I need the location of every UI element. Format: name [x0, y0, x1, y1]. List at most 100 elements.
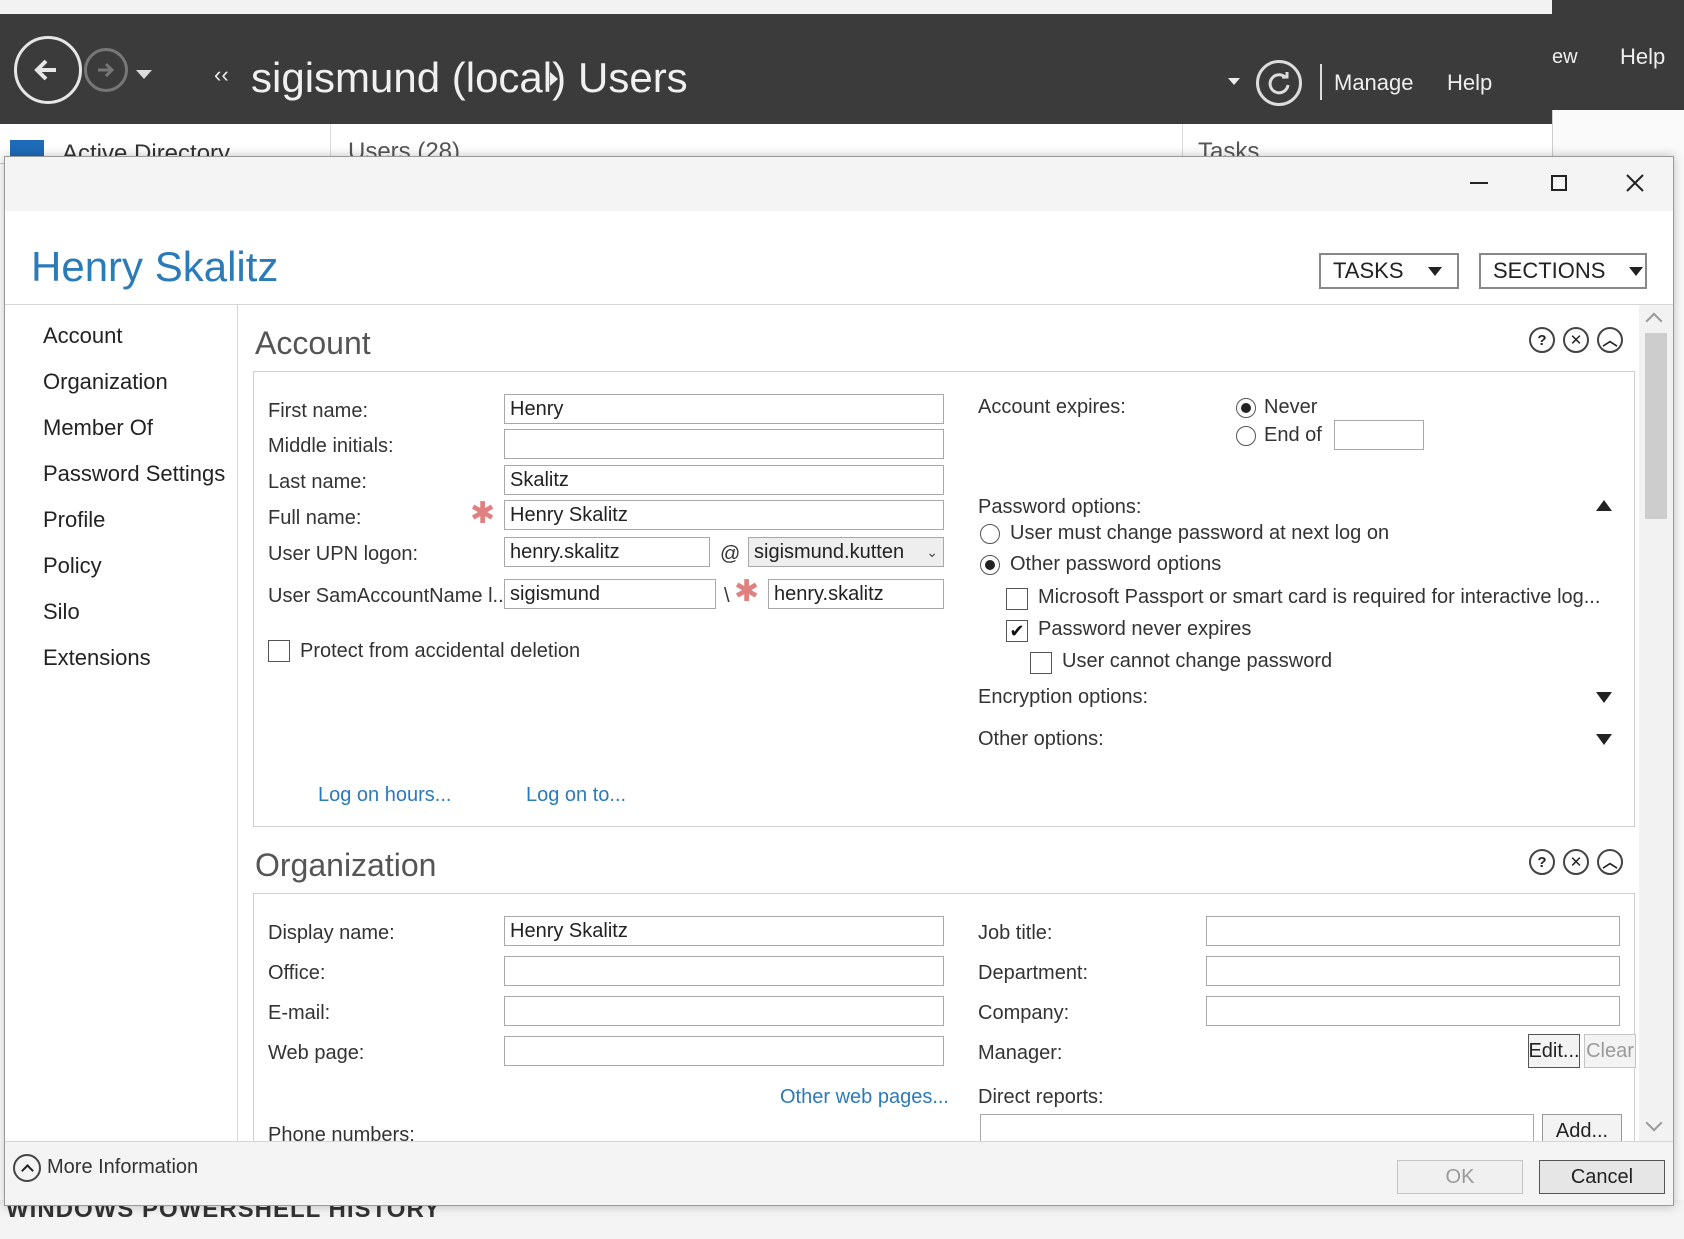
encryption-options-label: Encryption options:: [978, 686, 1149, 708]
maximize-icon: [1551, 175, 1567, 191]
company-input[interactable]: [1206, 996, 1620, 1026]
webpage-input[interactable]: [504, 1036, 944, 1066]
logon-hours-link[interactable]: Log on hours...: [318, 784, 451, 807]
nav-item-organization[interactable]: Organization: [43, 369, 168, 395]
full-name-input[interactable]: [504, 500, 944, 530]
email-input[interactable]: [504, 996, 944, 1026]
upn-user-input[interactable]: [504, 537, 710, 567]
nav-item-password-settings[interactable]: Password Settings: [43, 461, 225, 487]
scroll-down-icon[interactable]: [1645, 1114, 1663, 1132]
department-input[interactable]: [1206, 956, 1620, 986]
help-menu[interactable]: Help: [1447, 70, 1492, 96]
expires-endof-label: End of: [1264, 424, 1322, 446]
passport-required-checkbox[interactable]: [1006, 588, 1028, 610]
last-name-input[interactable]: [504, 465, 944, 495]
nav-item-extensions[interactable]: Extensions: [43, 645, 151, 671]
close-section-icon[interactable]: ✕: [1563, 327, 1589, 353]
nav-item-profile[interactable]: Profile: [43, 507, 105, 533]
office-input[interactable]: [504, 956, 944, 986]
nav-item-policy[interactable]: Policy: [43, 553, 102, 579]
help-menu-right[interactable]: Help: [1620, 44, 1665, 70]
password-never-expires-label: Password never expires: [1038, 618, 1252, 640]
upn-domain-select[interactable]: sigismund.kutten ⌄: [748, 537, 944, 567]
sections-button[interactable]: SECTIONS: [1479, 253, 1647, 289]
direct-reports-label: Direct reports:: [978, 1086, 1104, 1108]
close-button[interactable]: [1599, 157, 1671, 209]
more-information-label[interactable]: More Information: [47, 1156, 198, 1179]
expires-date-input[interactable]: [1334, 420, 1424, 450]
back-button[interactable]: [14, 36, 82, 104]
direct-reports-list[interactable]: [980, 1114, 1534, 1141]
logon-to-link[interactable]: Log on to...: [526, 784, 626, 807]
must-change-password-label: User must change password at next log on: [1010, 522, 1390, 544]
upn-at-sign: @: [720, 543, 741, 565]
background-header-bar-right: ew Help: [1552, 0, 1684, 110]
collapse-icon[interactable]: ︿: [1597, 849, 1623, 875]
breadcrumb-users[interactable]: Users: [578, 54, 688, 102]
direct-reports-add-button[interactable]: Add...: [1542, 1114, 1622, 1141]
help-icon[interactable]: ?: [1529, 849, 1555, 875]
breadcrumb-root[interactable]: sigismund (local): [251, 54, 566, 102]
cannot-change-password-checkbox[interactable]: [1030, 652, 1052, 674]
close-icon: [1626, 174, 1644, 192]
account-section-title: Account: [255, 325, 371, 361]
expand-more-info-icon[interactable]: [13, 1154, 41, 1182]
other-web-pages-link[interactable]: Other web pages...: [780, 1086, 949, 1109]
protect-deletion-checkbox[interactable]: [268, 640, 290, 662]
first-name-input[interactable]: [504, 394, 944, 424]
sam-domain-input[interactable]: [504, 579, 716, 609]
nav-item-account[interactable]: Account: [43, 323, 123, 349]
password-never-expires-checkbox[interactable]: ✔: [1006, 620, 1028, 642]
tasks-label: TASKS: [1333, 258, 1404, 283]
passport-required-label: Microsoft Passport or smart card is requ…: [1038, 586, 1601, 608]
minimize-button[interactable]: [1443, 157, 1515, 209]
refresh-button[interactable]: [1256, 60, 1302, 106]
manager-edit-button[interactable]: Edit...: [1528, 1034, 1580, 1068]
history-dropdown-icon[interactable]: [136, 70, 152, 79]
nav-item-member-of[interactable]: Member Of: [43, 415, 153, 441]
dialog-titlebar: [5, 157, 1673, 211]
expires-endof-radio[interactable]: [1236, 426, 1256, 446]
company-label: Company:: [978, 1002, 1070, 1024]
full-name-label: Full name:: [268, 507, 362, 529]
sections-label: SECTIONS: [1493, 258, 1606, 283]
display-name-input[interactable]: [504, 916, 944, 946]
nav-item-silo[interactable]: Silo: [43, 599, 80, 625]
scrollbar-thumb[interactable]: [1645, 333, 1667, 519]
maximize-button[interactable]: [1523, 157, 1595, 209]
expand-other-options-icon[interactable]: [1596, 734, 1612, 745]
view-menu-partial[interactable]: ew: [1552, 46, 1578, 69]
expand-encryption-options-icon[interactable]: [1596, 692, 1612, 703]
expires-never-radio[interactable]: [1236, 398, 1256, 418]
tasks-button[interactable]: TASKS: [1319, 253, 1459, 289]
account-section-controls: ? ✕ ︿: [1529, 327, 1623, 353]
close-section-icon[interactable]: ✕: [1563, 849, 1589, 875]
scroll-up-icon[interactable]: [1645, 312, 1663, 330]
middle-initials-label: Middle initials:: [268, 435, 394, 457]
vertical-scrollbar[interactable]: [1639, 305, 1673, 1141]
breadcrumb-dropdown-icon[interactable]: [1228, 78, 1240, 85]
user-properties-dialog: Henry Skalitz TASKS SECTIONS Account Org…: [4, 156, 1674, 1206]
organization-section-controls: ? ✕ ︿: [1529, 849, 1623, 875]
middle-initials-input[interactable]: [504, 429, 944, 459]
help-icon[interactable]: ?: [1529, 327, 1555, 353]
must-change-password-radio[interactable]: [980, 524, 1000, 544]
checkmark-icon: ✔: [1009, 621, 1025, 641]
collapse-icon[interactable]: ︿: [1597, 327, 1623, 353]
collapse-password-options-icon[interactable]: [1596, 500, 1612, 511]
ok-button[interactable]: OK: [1397, 1160, 1523, 1194]
manager-clear-button[interactable]: Clear: [1584, 1034, 1636, 1068]
organization-section-title: Organization: [255, 847, 437, 883]
manage-menu[interactable]: Manage: [1334, 70, 1414, 96]
radio-selected-icon: [1241, 403, 1251, 413]
forward-button[interactable]: [84, 48, 128, 92]
department-label: Department:: [978, 962, 1089, 984]
office-label: Office:: [268, 962, 326, 984]
sam-user-input[interactable]: [768, 579, 944, 609]
breadcrumb-overflow-icon[interactable]: ‹‹: [214, 62, 229, 88]
display-name-label: Display name:: [268, 922, 395, 944]
other-password-options-radio[interactable]: [980, 555, 1000, 575]
job-title-input[interactable]: [1206, 916, 1620, 946]
cancel-button[interactable]: Cancel: [1539, 1160, 1665, 1194]
account-section-box: First name: Middle initials: Last name: …: [253, 371, 1635, 827]
